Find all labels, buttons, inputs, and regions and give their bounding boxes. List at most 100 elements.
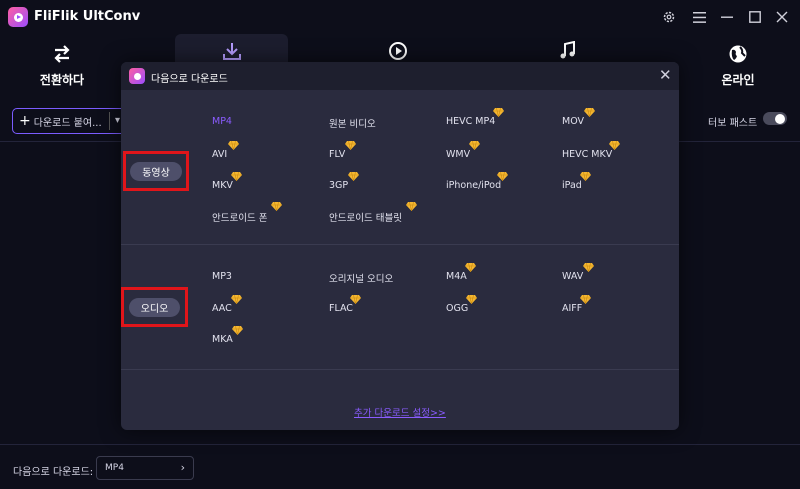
format-option-mp4[interactable]: MP4 [212,116,232,127]
format-option-avi[interactable]: AVI [212,141,239,160]
format-label: MKV [212,180,233,191]
download-icon [221,40,243,62]
chevron-right-icon: › [180,461,185,474]
globe-icon [727,43,749,65]
maximize-icon[interactable] [746,8,764,26]
dialog-header: 다음으로 다운로드 ✕ [121,62,679,90]
play-circle-icon [387,40,409,62]
format-label: WMV [446,149,471,160]
plus-icon: + [19,113,31,129]
close-icon[interactable]: ✕ [659,66,672,84]
format-label: M4A [446,271,467,282]
premium-gem-icon [466,295,477,304]
premium-gem-icon [228,141,239,150]
audio-category-button[interactable]: 오디오 [128,297,181,317]
format-option-wav[interactable]: WAV [562,263,594,282]
format-label: FLV [329,149,346,160]
more-download-settings-link[interactable]: 추가 다운로드 설정>> [354,405,446,419]
format-option-mkv[interactable]: MKV [212,172,242,191]
format-label: 원본 비디오 [329,119,376,130]
format-option-aac[interactable]: AAC [212,295,242,314]
format-label: 3GP [329,180,349,191]
format-label: MOV [562,116,585,127]
download-format-value: MP4 [105,463,124,473]
menu-icon[interactable] [690,8,708,26]
nav-convert[interactable]: 전환하다 [14,34,110,96]
premium-gem-icon [469,141,480,150]
premium-gem-icon [584,108,595,117]
format-label: 안드로이드 폰 [212,213,268,224]
format-option-mka[interactable]: MKA [212,326,243,345]
format-label: AAC [212,303,232,314]
download-as-label: 다음으로 다운로드: [13,467,94,478]
premium-gem-icon [271,202,282,211]
format-label: OGG [446,303,469,314]
premium-gem-icon [231,172,242,181]
format-option-original-video[interactable]: 원본 비디오 [329,116,376,130]
close-icon[interactable] [773,8,791,26]
premium-gem-icon [348,172,359,181]
format-option-original-audio[interactable]: 오리지널 오디오 [329,271,393,285]
format-option-wmv[interactable]: WMV [446,141,480,160]
premium-gem-icon [406,202,417,211]
download-format-select[interactable]: MP4 › [96,456,194,480]
format-option-mp3[interactable]: MP3 [212,271,232,282]
minimize-icon[interactable] [718,8,736,26]
format-label: HEVC MP4 [446,116,496,127]
format-label: iPad [562,180,582,191]
video-category-button[interactable]: 동영상 [130,161,182,181]
premium-gem-icon [493,108,504,117]
format-label: MP4 [212,116,232,127]
format-option-android-phone[interactable]: 안드로이드 폰 [212,202,282,224]
premium-gem-icon [580,295,591,304]
format-option-ogg[interactable]: OGG [446,295,477,314]
format-label: iPhone/iPod [446,180,502,191]
dialog-title: 다음으로 다운로드 [151,74,228,85]
premium-gem-icon [350,295,361,304]
format-option-flv[interactable]: FLV [329,141,356,160]
format-option-hevc-mp4[interactable]: HEVC MP4 [446,108,504,127]
format-option-mov[interactable]: MOV [562,108,595,127]
format-label: MKA [212,334,233,345]
video-category-highlight: 동영상 [123,151,189,191]
format-label: AVI [212,149,228,160]
nav-online-label: 온라인 [721,72,755,87]
format-label: HEVC MKV [562,149,613,160]
download-format-dialog: 다음으로 다운로드 ✕ 동영상 오디오 MP4 원본 비디오 HEVC MP4 … [121,62,679,430]
audio-category-highlight: 오디오 [121,287,188,327]
chevron-down-icon[interactable]: ▾ [115,115,120,126]
format-option-ipad[interactable]: iPad [562,172,591,191]
format-option-hevc-mkv[interactable]: HEVC MKV [562,141,620,160]
format-option-flac[interactable]: FLAC [329,295,361,314]
format-label: WAV [562,271,584,282]
turbo-fast-toggle[interactable] [763,112,787,125]
premium-gem-icon [583,263,594,272]
format-option-android-tablet[interactable]: 안드로이드 태블릿 [329,202,417,224]
audio-formats-section: 오디오 [121,246,679,370]
premium-gem-icon [345,141,356,150]
title-bar: FliFlik UltConv [0,0,800,34]
paste-url-button[interactable]: + 다운로드 붙여... ▾ [12,108,130,134]
paste-url-label: 다운로드 붙여... [33,117,102,129]
premium-gem-icon [465,263,476,272]
format-option-3gp[interactable]: 3GP [329,172,359,191]
nav-online[interactable]: 온라인 [690,34,786,96]
format-option-iphone-ipod[interactable]: iPhone/iPod [446,172,508,191]
bottom-bar: 다음으로 다운로드: MP4 › [0,444,800,489]
format-label: AIFF [562,303,583,314]
premium-gem-icon [580,172,591,181]
nav-convert-label: 전환하다 [39,72,85,87]
format-option-m4a[interactable]: M4A [446,263,476,282]
app-title: FliFlik UltConv [34,9,141,24]
music-note-icon [557,40,579,62]
format-label: 오리지널 오디오 [329,274,394,285]
premium-gem-icon [497,172,508,181]
format-label: 안드로이드 태블릿 [329,213,402,224]
app-logo-icon [129,68,145,84]
format-label: MP3 [212,271,232,282]
premium-gem-icon [231,295,242,304]
gear-icon[interactable] [660,8,678,26]
format-option-aiff[interactable]: AIFF [562,295,591,314]
format-label: FLAC [329,303,353,314]
app-logo-icon [8,7,28,27]
